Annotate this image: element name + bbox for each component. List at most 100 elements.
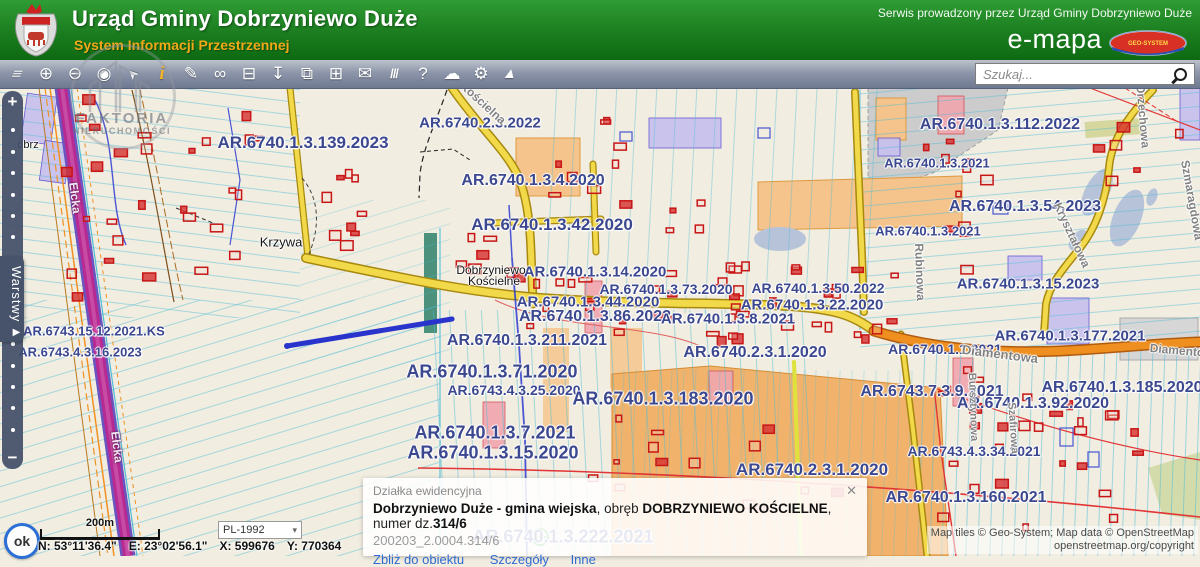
building-footprint <box>113 236 123 245</box>
zoom-in-button[interactable]: + <box>8 93 18 111</box>
zoom-level-dot[interactable] <box>11 385 15 389</box>
zoom-level-dot[interactable] <box>11 428 15 432</box>
building-footprint <box>1067 401 1072 410</box>
emapa-brand[interactable]: e-mapa <box>1007 24 1102 55</box>
zoom-level-dot[interactable] <box>11 214 15 218</box>
feature-popup: Działka ewidencyjna ✕ Dobrzyniewo Duże -… <box>363 478 867 556</box>
hatch-measure-icon[interactable]: /// <box>385 60 403 88</box>
building-footprint <box>352 175 358 182</box>
zoom-level-dot[interactable] <box>11 128 15 132</box>
building-footprint <box>792 265 800 270</box>
building-footprint <box>614 329 624 335</box>
coord-n: N: 53°11'36.4" <box>38 539 117 553</box>
building-footprint <box>996 444 1004 454</box>
chevron-right-icon: ▶ <box>11 327 22 338</box>
building-footprint <box>973 396 979 404</box>
scale-label: 200m <box>40 517 160 529</box>
geosystem-logo-icon[interactable]: GEO-SYSTEM <box>1108 30 1188 56</box>
building-footprint <box>695 225 703 233</box>
building-footprint <box>230 251 240 259</box>
building-footprint <box>887 319 897 324</box>
zoom-out-button[interactable]: − <box>8 449 18 467</box>
print-icon[interactable]: ⊟ <box>240 60 258 88</box>
info-icon[interactable]: i <box>153 60 171 88</box>
north-3d-icon[interactable]: ▲ <box>498 60 523 88</box>
search-icon[interactable] <box>1174 68 1187 81</box>
building-footprint <box>1078 463 1087 469</box>
building-footprint <box>656 459 668 466</box>
coord-y: Y: 770364 <box>287 539 342 553</box>
building-footprint <box>729 333 738 339</box>
building-footprint <box>959 222 970 228</box>
marker-download-icon[interactable]: ↧ <box>269 60 287 88</box>
close-icon[interactable]: ✕ <box>846 483 857 499</box>
building-footprint <box>824 289 832 297</box>
popup-links: Zbliż do obiektu Szczegóły Inne <box>373 552 857 567</box>
building-footprint <box>351 231 359 235</box>
building-footprint <box>742 262 749 271</box>
copy-view-icon[interactable]: ⧉ <box>298 60 316 88</box>
building-footprint <box>854 332 860 338</box>
building-footprint <box>670 316 675 320</box>
zoom-level-dot[interactable] <box>11 406 15 410</box>
ok-button[interactable]: ok <box>4 523 40 559</box>
building-footprint <box>195 267 208 274</box>
building-footprint <box>945 387 950 394</box>
building-footprint <box>114 149 127 157</box>
building-footprint <box>556 279 564 286</box>
message-icon[interactable]: ✉ <box>356 60 374 88</box>
building-footprint <box>83 95 95 105</box>
building-footprint <box>107 219 116 224</box>
building-footprint <box>970 423 979 429</box>
building-footprint <box>620 315 626 324</box>
building-footprint <box>84 217 90 222</box>
full-extent-icon[interactable]: ◉ <box>95 60 113 88</box>
help-icon[interactable]: ? <box>414 60 432 88</box>
building-footprint <box>996 479 1009 488</box>
zoom-level-dot[interactable] <box>11 150 15 154</box>
building-footprint <box>90 124 100 130</box>
popup-title: Działka ewidencyjna <box>373 484 857 498</box>
zoom-level-dot[interactable] <box>11 364 15 368</box>
link-icon[interactable]: ∞ <box>211 60 229 88</box>
building-footprint <box>72 293 82 301</box>
search-input[interactable] <box>981 66 1174 83</box>
attribution-line2[interactable]: openstreetmap.org/copyright <box>931 540 1194 553</box>
building-footprint <box>543 301 549 311</box>
download-cloud-icon[interactable]: ☁ <box>443 60 461 88</box>
zoom-level-dot[interactable] <box>11 171 15 175</box>
building-footprint <box>737 311 750 317</box>
zoom-out-icon[interactable]: ⊖ <box>66 60 84 88</box>
zoom-in-icon[interactable]: ⊕ <box>37 60 55 88</box>
layout-icon[interactable]: ⊞ <box>327 60 345 88</box>
building-footprint <box>346 170 353 179</box>
zoom-level-dot[interactable] <box>11 193 15 197</box>
measure-icon[interactable]: ✎ <box>182 60 200 88</box>
building-footprint <box>726 263 734 272</box>
building-footprint <box>1060 461 1065 466</box>
building-footprint <box>255 136 263 141</box>
crs-select[interactable]: PL-1992 ▾ <box>218 521 302 539</box>
building-footprint <box>763 425 774 433</box>
layers-panel-tab[interactable]: Warstwy ▶ <box>0 256 24 342</box>
building-footprint <box>652 313 662 318</box>
search-box[interactable] <box>975 63 1195 85</box>
building-footprint <box>184 213 196 221</box>
building-footprint <box>614 460 619 464</box>
zoom-level-dot[interactable] <box>11 342 15 346</box>
details-link[interactable]: Szczegóły <box>490 552 549 567</box>
zoom-level-dot[interactable] <box>11 235 15 239</box>
building-footprint <box>556 161 561 167</box>
settings-icon[interactable]: ⚙ <box>472 60 490 88</box>
building-footprint <box>666 228 673 233</box>
parcel-description: Dobrzyniewo Duże - gmina wiejska, obręb … <box>373 501 857 531</box>
site-title: Urząd Gminy Dobrzyniewo Duże <box>72 6 418 32</box>
zoom-to-object-link[interactable]: Zbliż do obiektu <box>373 552 464 567</box>
layers-icon[interactable]: ≡ <box>3 62 32 86</box>
pointer-icon[interactable]: ➤ <box>117 58 150 91</box>
building-footprint <box>1134 168 1140 172</box>
building-footprint <box>1050 412 1063 417</box>
building-footprint <box>730 294 740 299</box>
more-link[interactable]: Inne <box>571 552 596 567</box>
building-footprint <box>616 415 622 422</box>
